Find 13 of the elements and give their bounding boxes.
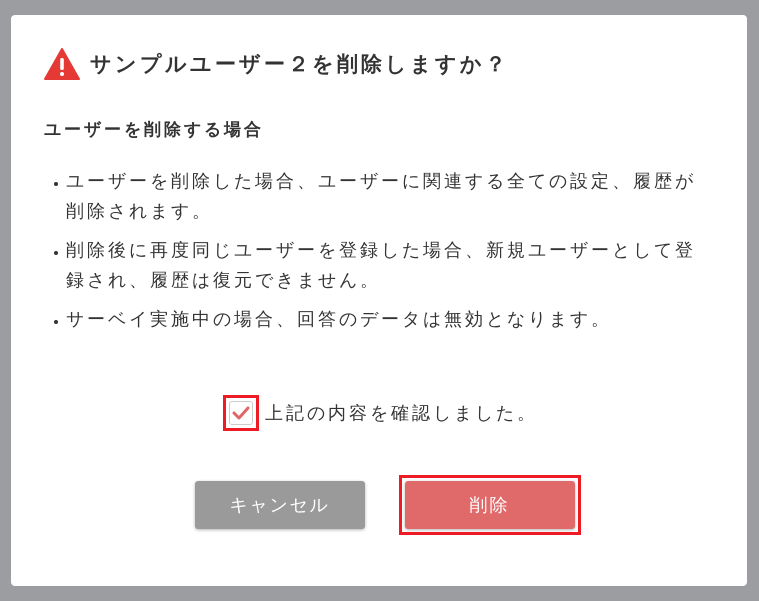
bullet-text: 削除後に再度同じユーザーを登録した場合、新規ユーザーとして登録され、履歴は復元できません。 — [66, 239, 697, 293]
bullet-text: サーベイ実施中の場合、回答のデータは無効となります。 — [66, 308, 613, 332]
bullet-icon — [54, 182, 58, 186]
cancel-button[interactable]: キャンセル — [194, 481, 364, 529]
delete-button[interactable]: 削除 — [404, 481, 574, 529]
dialog-title: サンプルユーザー２を削除しますか？ — [90, 51, 509, 78]
confirm-label: 上記の内容を確認しました。 — [265, 402, 538, 425]
bullet-icon — [54, 251, 58, 255]
bullet-icon — [54, 320, 58, 324]
warning-icon — [44, 48, 80, 80]
section-heading: ユーザーを削除する場合 — [44, 119, 265, 141]
bullet-text: ユーザーを削除した場合、ユーザーに関連する全ての設定、履歴が削除されます。 — [66, 170, 697, 224]
checkbox[interactable] — [229, 401, 253, 425]
